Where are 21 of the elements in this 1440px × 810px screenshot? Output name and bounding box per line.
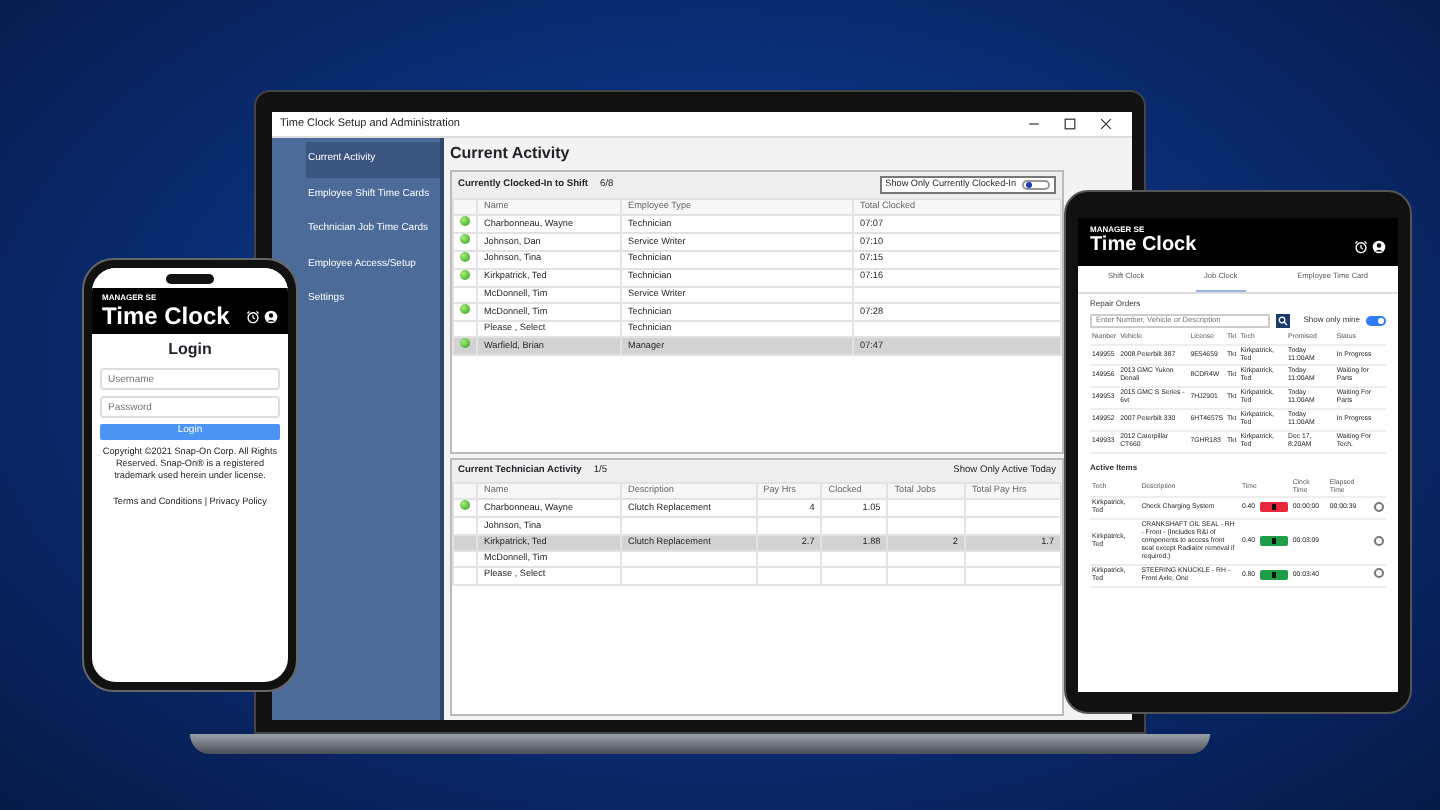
clock-button[interactable] (1260, 569, 1289, 580)
clock-button[interactable] (1260, 536, 1289, 547)
maximize-icon[interactable] (1064, 118, 1076, 130)
toggle-switch[interactable] (1366, 315, 1386, 326)
remove-icon[interactable] (1373, 568, 1384, 579)
alarm-clock-icon (246, 309, 260, 323)
app-title: Time Clock (1090, 236, 1197, 256)
login-heading: Login (166, 338, 214, 362)
minimize-icon[interactable] (1028, 118, 1040, 130)
user-icon (264, 309, 278, 323)
user-icon (1372, 239, 1386, 253)
alarm-clock-icon (1354, 239, 1368, 253)
search-button[interactable] (1275, 313, 1290, 328)
clock-button[interactable] (1260, 502, 1289, 513)
remove-icon[interactable] (1373, 535, 1384, 546)
search-icon (1277, 315, 1288, 326)
camera-notch (166, 273, 214, 283)
remove-icon[interactable] (1373, 501, 1384, 512)
page-heading: Current Activity (450, 142, 572, 166)
close-icon[interactable] (1100, 118, 1112, 130)
app-title: Time Clock (102, 304, 230, 328)
